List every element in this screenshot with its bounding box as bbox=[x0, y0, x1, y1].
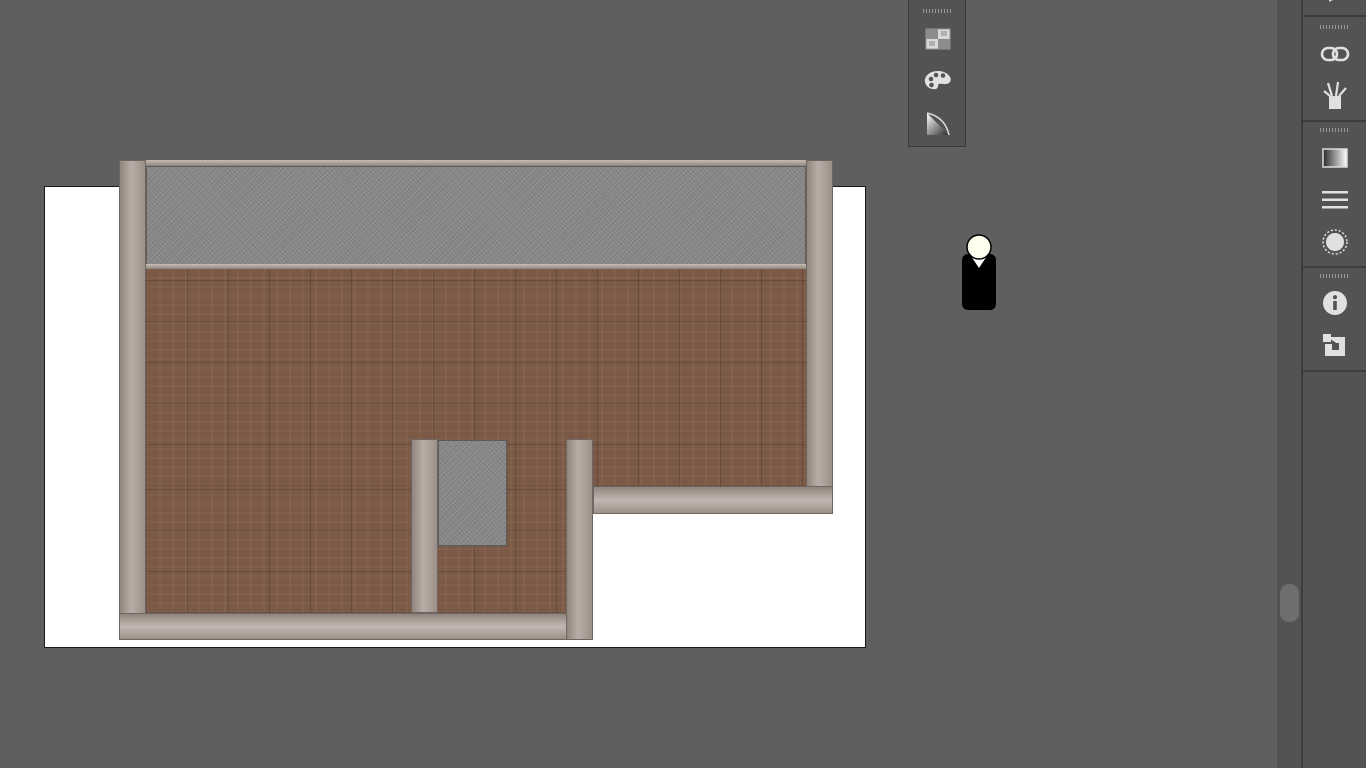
dock-group-3 bbox=[1303, 268, 1366, 372]
floating-tool-panel bbox=[908, 0, 966, 147]
vertical-scrollbar[interactable] bbox=[1277, 0, 1301, 768]
wall-inner-left[interactable] bbox=[411, 439, 438, 613]
scrollbar-thumb[interactable] bbox=[1280, 584, 1299, 622]
wall-inner-right[interactable] bbox=[566, 439, 593, 640]
dock-group-1 bbox=[1303, 17, 1366, 122]
dock-group-2 bbox=[1303, 122, 1366, 268]
wall-left[interactable] bbox=[119, 160, 146, 640]
right-dock bbox=[1301, 0, 1366, 768]
dock-grip[interactable] bbox=[1320, 128, 1348, 132]
dock-grip[interactable] bbox=[1320, 25, 1348, 29]
export-asset-icon[interactable] bbox=[1320, 330, 1350, 360]
appearance-circle-icon[interactable] bbox=[1320, 227, 1350, 257]
brushes-icon[interactable] bbox=[1320, 80, 1350, 110]
grid-pattern-icon[interactable] bbox=[923, 24, 953, 54]
link-icon[interactable] bbox=[1320, 39, 1350, 69]
gradient-swatch-icon[interactable] bbox=[1320, 143, 1350, 173]
wall-right[interactable] bbox=[806, 160, 833, 514]
chevron-icon[interactable] bbox=[1327, 0, 1341, 4]
stroke-lines-icon[interactable] bbox=[1320, 185, 1350, 215]
stone-floor-inset[interactable] bbox=[438, 440, 507, 546]
person-scale-icon[interactable] bbox=[961, 234, 997, 312]
palette-icon[interactable] bbox=[923, 66, 953, 96]
stone-floor-top[interactable] bbox=[146, 166, 806, 266]
wall-right-step[interactable] bbox=[593, 486, 833, 514]
panel-grip[interactable] bbox=[923, 9, 951, 13]
wall-bottom[interactable] bbox=[119, 613, 593, 640]
stone-edge-top bbox=[146, 160, 806, 166]
dock-grip[interactable] bbox=[1320, 274, 1348, 278]
gradient-triangle-icon[interactable] bbox=[923, 109, 953, 139]
info-icon[interactable] bbox=[1320, 288, 1350, 318]
dock-group-top bbox=[1303, 0, 1366, 17]
